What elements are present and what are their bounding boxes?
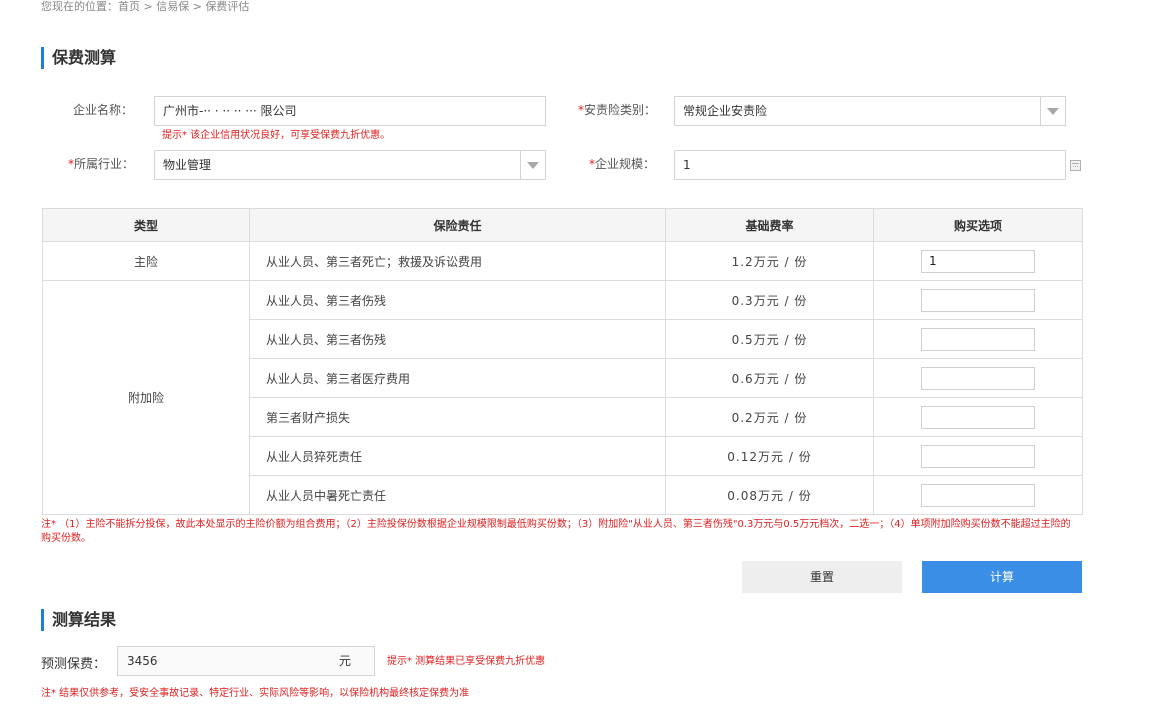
- breadcrumb-link-xinyibao[interactable]: 信易保: [156, 0, 189, 13]
- company-credit-hint: 提示* 该企业信用状况良好，可享受保费九折优惠。: [162, 130, 391, 141]
- company-scale-field[interactable]: 1: [674, 150, 1066, 180]
- predicted-premium-field: 3456 元: [117, 646, 375, 676]
- header-type: 类型: [42, 208, 250, 242]
- base-rate: 0.2万元 / 份: [665, 397, 874, 437]
- insurance-type-select[interactable]: 常规企业安责险: [674, 96, 1066, 126]
- insurance-type-value: 常规企业安责险: [683, 104, 768, 118]
- chevron-down-icon[interactable]: [520, 151, 545, 179]
- quantity-input-addon[interactable]: [921, 405, 1035, 429]
- option-cell: [873, 397, 1083, 437]
- quantity-input-main[interactable]: [921, 249, 1035, 273]
- quantity-input-addon[interactable]: [921, 327, 1035, 351]
- quantity-input-addon[interactable]: [921, 366, 1035, 390]
- calculate-button[interactable]: 计算: [922, 561, 1082, 593]
- company-scale-label-text: 企业规模：: [595, 157, 656, 171]
- base-rate: 0.5万元 / 份: [665, 319, 874, 359]
- company-scale-label: *企业规模：: [589, 157, 655, 171]
- option-cell: [873, 319, 1083, 359]
- insurance-table: 类型 保险责任 基础费率 购买选项 主险 从业人员、第三者死亡；救援及诉讼费用 …: [42, 208, 1083, 515]
- quantity-input-addon[interactable]: [921, 444, 1035, 468]
- predicted-premium-value: 3456: [127, 654, 158, 668]
- addon-type-cell: 附加险: [42, 280, 250, 515]
- company-name-label: 企业名称：: [73, 103, 134, 117]
- coverage-desc: 从业人员、第三者死亡；救援及诉讼费用: [249, 241, 666, 281]
- quantity-input-addon[interactable]: [921, 288, 1035, 312]
- predicted-premium-label: 预测保费：: [41, 657, 107, 672]
- breadcrumb-prefix: 您现在的位置：: [41, 0, 118, 13]
- table-footnote: 注* （1）主险不能拆分投保，故此本处显示的主险价额为组合费用；（2）主险投保份…: [41, 519, 1071, 544]
- coverage-desc: 从业人员、第三者伤残: [249, 319, 666, 359]
- result-discount-hint: 提示* 测算结果已享受保费九折优惠: [387, 656, 546, 667]
- table-row-addon: 附加险 从业人员、第三者伤残 0.3万元 / 份: [42, 280, 1083, 515]
- insurance-type-label: *安责险类别：: [578, 103, 656, 117]
- calendar-icon[interactable]: [1070, 160, 1081, 171]
- header-base-rate: 基础费率: [665, 208, 874, 242]
- section-title-result: 测算结果: [41, 609, 116, 631]
- option-cell: [873, 436, 1083, 476]
- insurance-type-label-text: 安责险类别：: [584, 103, 657, 117]
- coverage-desc: 从业人员猝死责任: [249, 436, 666, 476]
- coverage-desc: 从业人员、第三者医疗费用: [249, 358, 666, 398]
- main-type-cell: 主险: [42, 241, 250, 281]
- industry-label: *所属行业：: [68, 157, 134, 171]
- option-cell: [873, 241, 1083, 281]
- option-cell: [873, 358, 1083, 398]
- coverage-desc: 从业人员中暑死亡责任: [249, 475, 666, 515]
- table-header-row: 类型 保险责任 基础费率 购买选项: [42, 208, 1083, 242]
- section-title-calculation: 保费测算: [41, 47, 116, 69]
- base-rate: 0.08万元 / 份: [665, 475, 874, 515]
- table-row-main: 主险 从业人员、第三者死亡；救援及诉讼费用 1.2万元 / 份: [42, 241, 1083, 281]
- base-rate: 0.3万元 / 份: [665, 280, 874, 320]
- quantity-input-addon[interactable]: [921, 483, 1035, 507]
- option-cell: [873, 280, 1083, 320]
- breadcrumb-link-home[interactable]: 首页: [118, 0, 140, 13]
- breadcrumb-separator: >: [140, 0, 157, 13]
- industry-value: 物业管理: [163, 158, 212, 172]
- breadcrumb: 您现在的位置：首页 > 信易保 > 保费评估: [41, 0, 249, 14]
- coverage-desc: 从业人员、第三者伤残: [249, 280, 666, 320]
- premium-unit: 元: [339, 654, 352, 668]
- base-rate: 0.12万元 / 份: [665, 436, 874, 476]
- result-footnote: 注* 结果仅供参考，受安全事故记录、特定行业、实际风险等影响，以保险机构最终核定…: [41, 688, 470, 699]
- breadcrumb-separator: >: [189, 0, 206, 13]
- base-rate: 1.2万元 / 份: [665, 241, 874, 281]
- base-rate: 0.6万元 / 份: [665, 358, 874, 398]
- header-purchase-option: 购买选项: [873, 208, 1083, 242]
- breadcrumb-current: 保费评估: [205, 0, 250, 13]
- company-name-field[interactable]: 广州市-·· · ·· ·· ··· 限公司: [154, 96, 546, 126]
- reset-button[interactable]: 重置: [742, 561, 902, 593]
- chevron-down-icon[interactable]: [1040, 97, 1065, 125]
- header-coverage: 保险责任: [249, 208, 666, 242]
- industry-select[interactable]: 物业管理: [154, 150, 546, 180]
- option-cell: [873, 475, 1083, 515]
- industry-label-text: 所属行业：: [74, 157, 135, 171]
- coverage-desc: 第三者财产损失: [249, 397, 666, 437]
